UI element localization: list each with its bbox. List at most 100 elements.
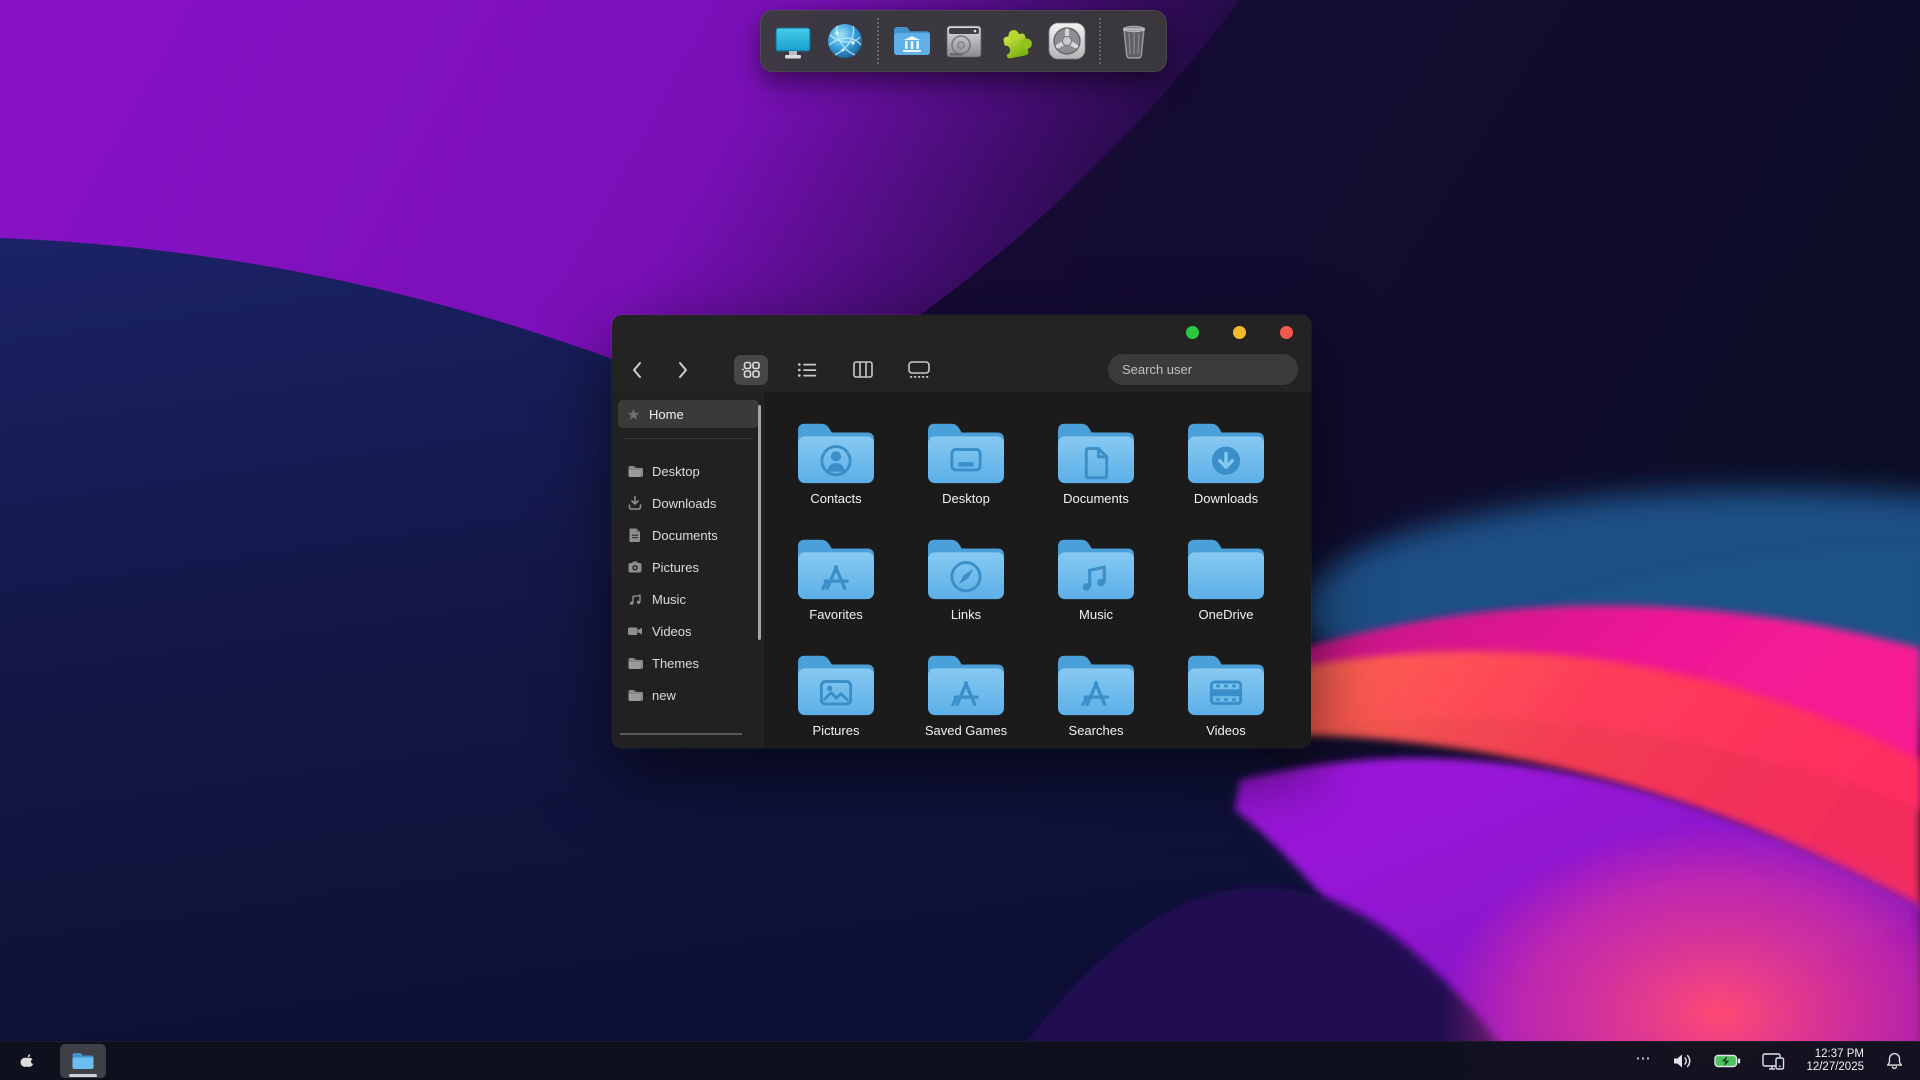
videos-folder-icon xyxy=(1183,644,1269,720)
hard-drive-icon[interactable] xyxy=(941,18,986,64)
sidebar-item-themes[interactable]: Themes xyxy=(612,647,765,679)
sidebar-horizontal-scrollbar[interactable] xyxy=(620,733,742,735)
folder-item[interactable]: Videos xyxy=(1161,644,1291,748)
tray-time: 12:37 PM xyxy=(1806,1048,1864,1061)
sidebar-item-label: Music xyxy=(652,592,686,607)
volume-button[interactable] xyxy=(1668,1050,1697,1072)
folder-label: Music xyxy=(1079,607,1113,622)
folder-item[interactable]: Searches xyxy=(1031,644,1161,748)
links-folder-icon xyxy=(923,528,1009,604)
sidebar-item-documents[interactable]: Documents xyxy=(612,519,765,551)
search-input[interactable] xyxy=(1122,362,1298,377)
folder-item[interactable]: Favorites xyxy=(771,528,901,644)
gallery-view-button[interactable] xyxy=(902,355,936,385)
display-icon[interactable] xyxy=(771,18,816,64)
sidebar-item-desktop[interactable]: Desktop xyxy=(612,455,765,487)
sidebar-item-label: new xyxy=(652,688,676,703)
library-folder-icon[interactable] xyxy=(889,18,934,64)
battery-button[interactable] xyxy=(1710,1051,1745,1071)
list-view-icon xyxy=(797,361,817,379)
system-settings-icon[interactable] xyxy=(1045,18,1090,64)
folder-label: Desktop xyxy=(942,491,990,506)
sidebar: Home Desktop xyxy=(612,392,765,748)
folder-item[interactable]: Links xyxy=(901,528,1031,644)
chevron-left-icon xyxy=(630,360,643,380)
folder-label: Contacts xyxy=(810,491,861,506)
folder-item[interactable]: Pictures xyxy=(771,644,901,748)
folder-label: Videos xyxy=(1206,723,1246,738)
video-camera-icon xyxy=(627,623,643,639)
folder-item[interactable]: Downloads xyxy=(1161,412,1291,528)
dock-separator xyxy=(877,18,879,64)
forward-button[interactable] xyxy=(673,358,694,382)
sidebar-item-downloads[interactable]: Downloads xyxy=(612,487,765,519)
folder-item[interactable]: Contacts xyxy=(771,412,901,528)
clock-button[interactable]: 12:37 PM 12/27/2025 xyxy=(1802,1046,1868,1076)
notification-bell-button[interactable] xyxy=(1881,1049,1908,1073)
cast-display-icon xyxy=(1762,1051,1785,1071)
desktop-folder-icon xyxy=(923,412,1009,488)
minimize-button[interactable] xyxy=(1233,326,1246,339)
file-manager-window: Home Desktop xyxy=(612,315,1311,748)
sidebar-item-home[interactable]: Home xyxy=(618,400,759,428)
cast-display-button[interactable] xyxy=(1758,1049,1789,1073)
download-icon xyxy=(627,495,643,511)
tray-overflow-button[interactable]: ⋯ xyxy=(1631,1049,1655,1074)
file-explorer-folder-icon xyxy=(71,1051,95,1071)
network-globe-icon[interactable] xyxy=(823,18,868,64)
file-explorer-taskbar-button[interactable] xyxy=(60,1044,106,1078)
sidebar-item-label: Home xyxy=(649,407,684,422)
saved-games-folder-icon xyxy=(923,644,1009,720)
sidebar-divider xyxy=(624,438,753,439)
column-view-button[interactable] xyxy=(846,355,880,385)
folder-label: Pictures xyxy=(813,723,860,738)
folder-item[interactable]: Music xyxy=(1031,528,1161,644)
folder-item[interactable]: Documents xyxy=(1031,412,1161,528)
volume-icon xyxy=(1672,1052,1693,1070)
contacts-folder-icon xyxy=(793,412,879,488)
sidebar-item-label: Downloads xyxy=(652,496,716,511)
sidebar-item-label: Desktop xyxy=(652,464,700,479)
battery-charging-icon xyxy=(1714,1053,1741,1069)
apple-menu-button[interactable] xyxy=(14,1050,40,1072)
sidebar-vertical-scrollbar[interactable] xyxy=(758,405,761,640)
star-icon xyxy=(627,408,640,421)
folder-item[interactable]: Desktop xyxy=(901,412,1031,528)
pictures-folder-icon xyxy=(793,644,879,720)
search-box[interactable] xyxy=(1108,354,1298,385)
icon-view-icon xyxy=(742,360,761,379)
folder-label: Downloads xyxy=(1194,491,1258,506)
folder-item[interactable]: Saved Games xyxy=(901,644,1031,748)
titlebar[interactable] xyxy=(612,315,1311,347)
folder-item[interactable]: OneDrive xyxy=(1161,528,1291,644)
dock xyxy=(760,10,1167,72)
folder-label: OneDrive xyxy=(1199,607,1254,622)
desktop: Home Desktop xyxy=(0,0,1920,1080)
sidebar-item-pictures[interactable]: Pictures xyxy=(612,551,765,583)
extensions-puzzle-icon[interactable] xyxy=(993,18,1038,64)
folder-label: Saved Games xyxy=(925,723,1007,738)
icon-view-button[interactable] xyxy=(734,355,768,385)
folder-label: Links xyxy=(951,607,981,622)
tray-date: 12/27/2025 xyxy=(1806,1061,1864,1074)
sidebar-item-music[interactable]: Music xyxy=(612,583,765,615)
view-mode-group xyxy=(734,355,936,385)
taskbar: ⋯ xyxy=(0,1041,1920,1080)
toolbar xyxy=(612,347,1311,392)
sidebar-item-label: Documents xyxy=(652,528,718,543)
column-view-icon xyxy=(853,361,873,378)
documents-folder-icon xyxy=(1053,412,1139,488)
close-button[interactable] xyxy=(1280,326,1293,339)
trash-icon[interactable] xyxy=(1111,18,1156,64)
list-view-button[interactable] xyxy=(790,355,824,385)
folder-icon xyxy=(627,655,643,671)
gallery-view-icon xyxy=(908,361,930,379)
sidebar-item-label: Themes xyxy=(652,656,699,671)
searches-folder-icon xyxy=(1053,644,1139,720)
zoom-button[interactable] xyxy=(1186,326,1199,339)
sidebar-item-videos[interactable]: Videos xyxy=(612,615,765,647)
sidebar-item-new[interactable]: new xyxy=(612,679,765,711)
back-button[interactable] xyxy=(626,358,647,382)
folder-icon xyxy=(627,463,643,479)
apple-icon xyxy=(18,1052,36,1070)
